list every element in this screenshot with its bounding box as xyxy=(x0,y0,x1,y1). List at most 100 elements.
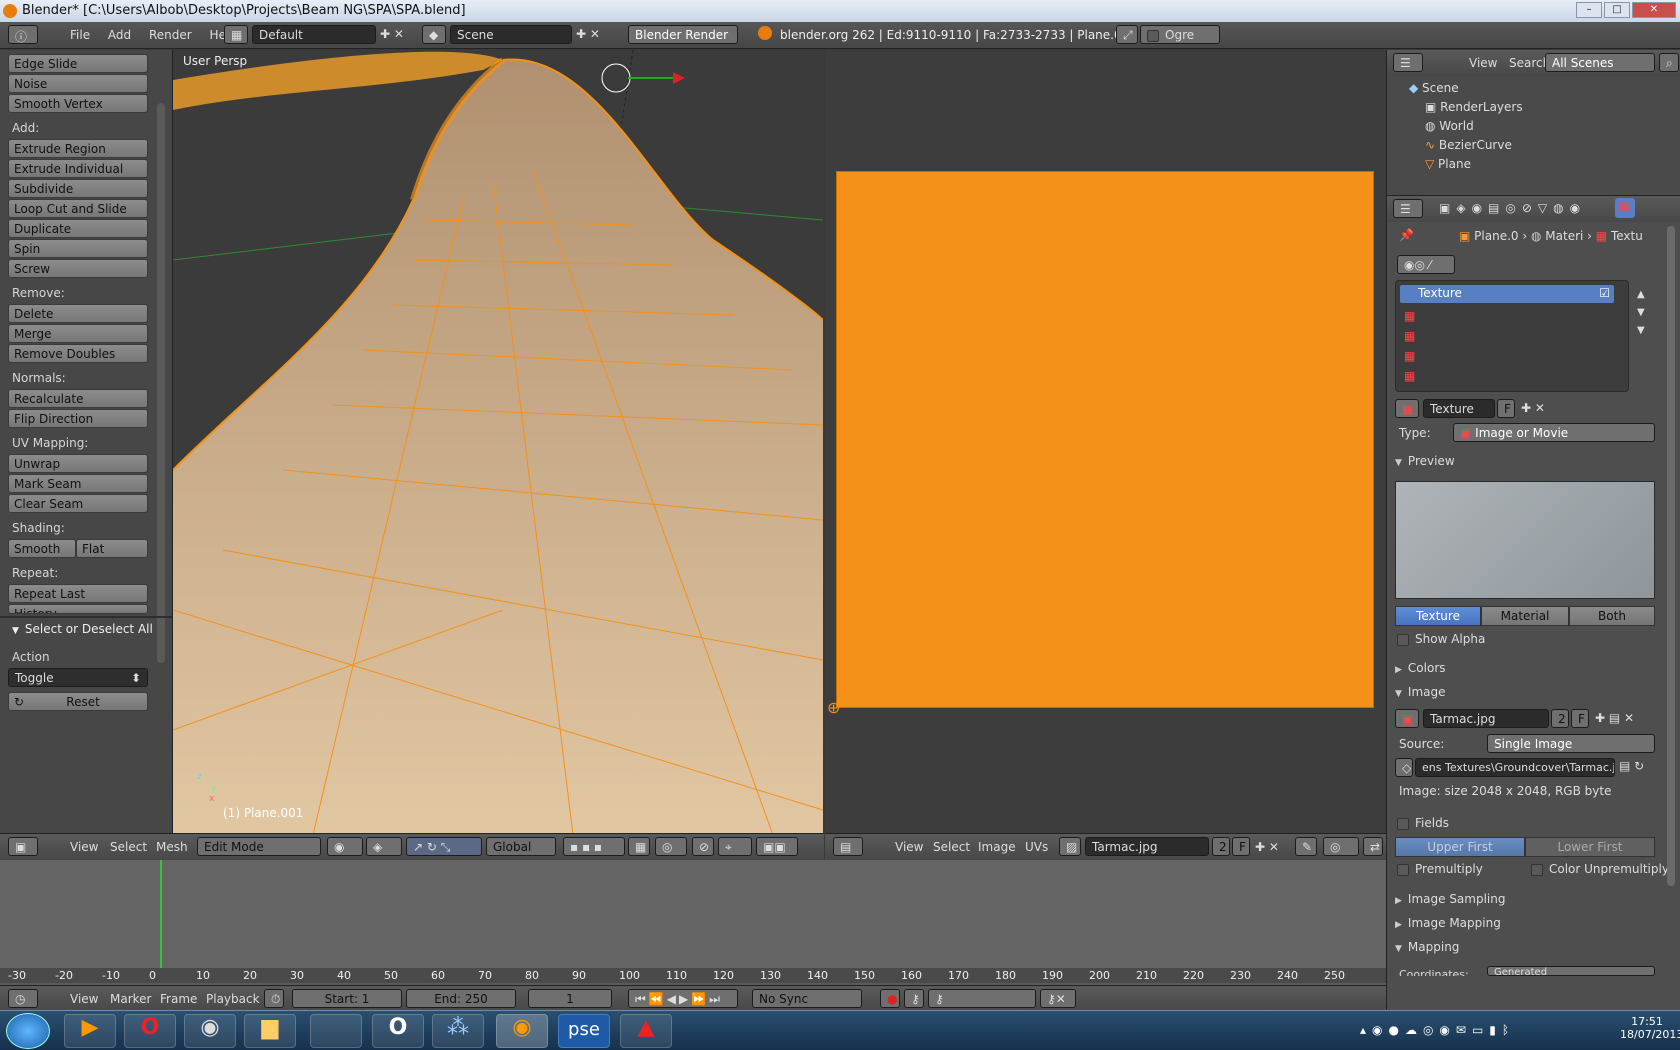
editor-type-icon[interactable]: ▤ xyxy=(833,837,863,856)
network-app-icon[interactable]: ⁂ xyxy=(432,1014,484,1048)
texture-slot-empty[interactable]: ▦ xyxy=(1404,329,1415,343)
pin-icon[interactable]: 📌 xyxy=(1399,228,1414,242)
steam-icon[interactable]: ◉ xyxy=(184,1014,236,1048)
proportional-icon[interactable]: ◎ xyxy=(655,837,687,856)
image-mapping-panel-header[interactable]: ▶ Image Mapping xyxy=(1395,916,1501,930)
manipulator-icons[interactable]: ↗ ↻ ⤡ xyxy=(406,837,482,856)
minimize-button[interactable]: – xyxy=(1576,2,1602,18)
photoshop-elements-icon[interactable]: pse xyxy=(558,1014,610,1048)
image-name-field[interactable]: Tarmac.jpg xyxy=(1423,709,1549,728)
image-users-count[interactable]: 2 xyxy=(1212,837,1230,856)
colors-panel-header[interactable]: ▶ Colors xyxy=(1395,661,1446,675)
remove-doubles-button[interactable]: Remove Doubles xyxy=(8,344,148,363)
search-icon[interactable]: ⌕ xyxy=(1659,53,1679,72)
pivot-dropdown-icon[interactable]: ◈ xyxy=(366,837,402,856)
system-tray-icons[interactable]: ▴◉●☁◎◉✉▭▮ᛒ xyxy=(1360,1023,1515,1037)
extrude-individual-button[interactable]: Extrude Individual xyxy=(8,159,148,178)
duplicate-button[interactable]: Duplicate xyxy=(8,219,148,238)
color-unpremultiply-checkbox[interactable]: Color Unpremultiply xyxy=(1531,862,1669,876)
reset-button[interactable]: ↻ Reset xyxy=(8,692,148,711)
texture-slot-empty[interactable]: ▦ xyxy=(1404,309,1415,323)
browse-file-icon[interactable]: ▤ ↻ xyxy=(1619,759,1644,773)
image-fake-user[interactable]: F xyxy=(1232,837,1250,856)
preview-tab-texture[interactable]: Texture xyxy=(1395,606,1481,626)
mode-dropdown[interactable]: Edit Mode xyxy=(197,837,321,856)
outliner-item[interactable]: ◆ Scene xyxy=(1409,81,1459,95)
new-texture-icon[interactable]: ✚ ✕ xyxy=(1521,401,1545,415)
show-alpha-checkbox[interactable]: Show Alpha xyxy=(1397,632,1485,646)
edge-slide-button[interactable]: Edge Slide xyxy=(8,54,148,73)
action-dropdown[interactable]: Toggle ⬍ xyxy=(8,668,148,687)
snap-icon[interactable]: ⌖ xyxy=(718,837,752,856)
mark-seam-button[interactable]: Mark Seam xyxy=(8,474,148,493)
history-button[interactable]: History... xyxy=(8,604,148,614)
blender-taskbar-icon[interactable]: ◉ xyxy=(496,1014,548,1048)
uv-image-menu[interactable]: Image xyxy=(978,840,1016,854)
texture-type-dropdown[interactable]: ▣ Image or Movie xyxy=(1453,423,1655,442)
editor-type-icon[interactable]: ☰ xyxy=(1393,53,1423,72)
subdivide-button[interactable]: Subdivide xyxy=(8,179,148,198)
ogre-toggle[interactable]: Ogre xyxy=(1140,25,1220,44)
context-tabs-icons[interactable]: ▣◈◉▤◎⊘▽◍◉ xyxy=(1439,201,1586,215)
repeat-last-button[interactable]: Repeat Last xyxy=(8,584,148,603)
render-engine-dropdown[interactable]: Blender Render xyxy=(628,25,738,44)
fullscreen-icon[interactable]: ⤢ xyxy=(1116,25,1138,44)
recalculate-button[interactable]: Recalculate xyxy=(8,389,148,408)
maximize-button[interactable]: □ xyxy=(1604,2,1630,18)
current-frame-field[interactable]: 1 xyxy=(528,989,612,1008)
playback-controls[interactable]: ⏮⏪◀▶⏩⏭ xyxy=(628,989,738,1008)
image-sampling-panel-header[interactable]: ▶ Image Sampling xyxy=(1395,892,1506,906)
close-button[interactable]: ✕ xyxy=(1632,2,1676,18)
app-o-icon[interactable]: O xyxy=(372,1014,424,1048)
editor-type-icon[interactable]: ☰ xyxy=(1393,199,1423,218)
end-frame-field[interactable]: End: 250 xyxy=(406,989,516,1008)
uv-view-menu[interactable]: View xyxy=(895,840,923,854)
operator-panel-header[interactable]: ▼ Select or Deselect All xyxy=(12,622,153,636)
file-explorer-icon[interactable]: ▆ xyxy=(244,1014,296,1048)
autodesk-icon[interactable]: ▲ xyxy=(620,1014,672,1048)
texture-slot-empty[interactable]: ▦ xyxy=(1404,369,1415,383)
game-icon[interactable] xyxy=(310,1014,362,1048)
keying-icon[interactable]: ⚷ xyxy=(904,989,924,1008)
outliner-item[interactable]: ▣ RenderLayers xyxy=(1425,100,1523,114)
fields-checkbox[interactable]: Fields xyxy=(1397,816,1449,830)
preview-panel-header[interactable]: ▼ Preview xyxy=(1395,454,1455,468)
menu-add[interactable]: Add xyxy=(108,28,131,42)
start-frame-field[interactable]: Start: 1 xyxy=(292,989,402,1008)
noise-button[interactable]: Noise xyxy=(8,74,148,93)
clear-seam-button[interactable]: Clear Seam xyxy=(8,494,148,513)
frame-menu[interactable]: Frame xyxy=(160,992,197,1006)
playback-menu[interactable]: Playback xyxy=(206,992,260,1006)
image-actions-icons[interactable]: ✚ ▤ ✕ xyxy=(1595,711,1634,725)
upper-first-option[interactable]: Upper First xyxy=(1395,837,1525,857)
outliner-item[interactable]: ∿ BezierCurve xyxy=(1425,138,1512,152)
pivot-icon[interactable]: ◎ xyxy=(1323,837,1359,856)
image-fake-user[interactable]: F xyxy=(1571,709,1589,728)
texture-slot-empty[interactable]: ▦ xyxy=(1404,349,1415,363)
mirror-icon[interactable]: ⊘ xyxy=(692,837,714,856)
uv-image-editor[interactable]: ⊕ xyxy=(825,50,1386,835)
uv-image-canvas[interactable] xyxy=(836,171,1374,708)
smooth-vertex-button[interactable]: Smooth Vertex xyxy=(8,94,148,113)
add-layout-icon[interactable]: ✚ ✕ xyxy=(380,27,404,41)
record-icon[interactable]: ● xyxy=(880,989,900,1008)
menu-file[interactable]: File xyxy=(70,28,90,42)
shade-smooth-button[interactable]: Smooth xyxy=(8,539,76,558)
uvs-menu[interactable]: UVs xyxy=(1025,840,1048,854)
merge-button[interactable]: Merge xyxy=(8,324,148,343)
properties-scrollbar[interactable] xyxy=(1667,226,1675,886)
scene-field[interactable]: Scene xyxy=(450,25,572,44)
screw-button[interactable]: Screw xyxy=(8,259,148,278)
2d-cursor-icon[interactable]: ⊕ xyxy=(827,698,840,717)
timeline-area[interactable] xyxy=(0,860,1386,968)
tool-shelf-scrollbar[interactable] xyxy=(157,103,165,663)
coordinates-dropdown[interactable]: Generated xyxy=(1487,966,1655,976)
time-icon[interactable]: ⏱ xyxy=(264,989,284,1008)
image-users-count[interactable]: 2 xyxy=(1551,709,1569,728)
texture-name-field[interactable]: Texture xyxy=(1423,399,1495,418)
select-mode-icons[interactable]: ▪ ▪ ▪ xyxy=(563,837,625,856)
texture-fake-user[interactable]: F xyxy=(1497,399,1515,418)
sync-dropdown[interactable]: No Sync xyxy=(752,989,862,1008)
preview-tab-both[interactable]: Both xyxy=(1569,606,1655,626)
spin-button[interactable]: Spin xyxy=(8,239,148,258)
